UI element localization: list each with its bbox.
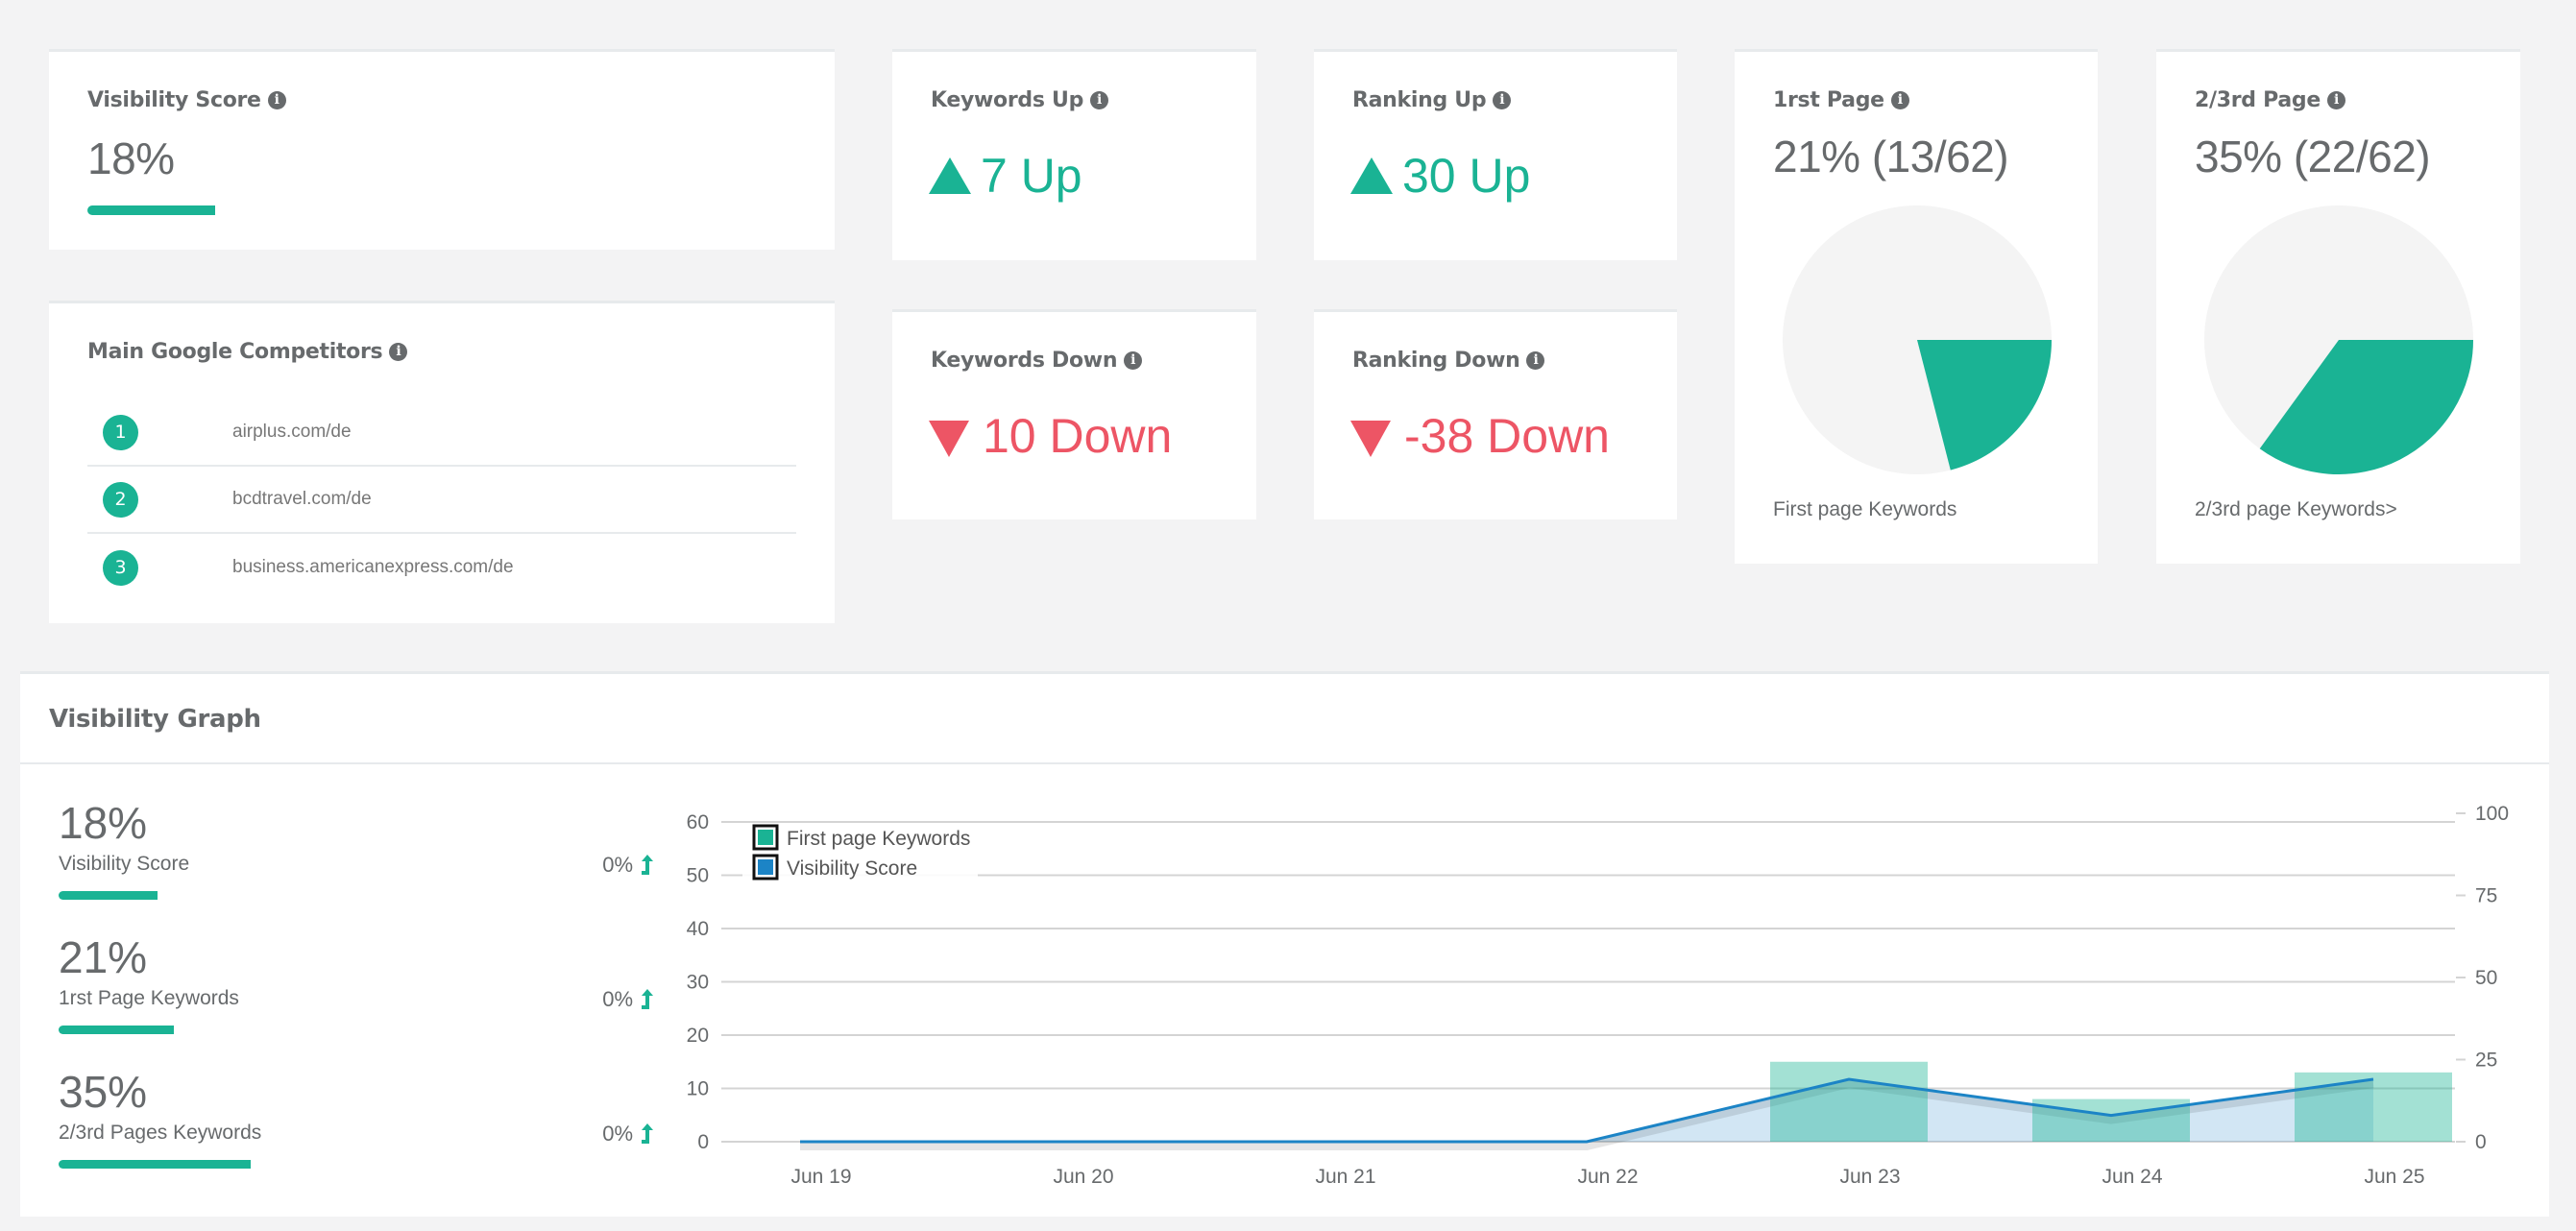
info-circle-icon[interactable]: i [267, 91, 286, 109]
y-left-tick-label: 60 [687, 811, 709, 833]
legend-swatch [758, 859, 773, 875]
competitors-title-text: Main Google Competitors [87, 340, 383, 364]
rank-badge: 3 [103, 549, 138, 586]
competitor-item: 2 bcdtravel.com/de [87, 467, 796, 534]
y-right-tick-label: 0 [2475, 1131, 2487, 1153]
x-tick-label: Jun 20 [1053, 1166, 1113, 1188]
legend-label: Visibility Score [787, 857, 917, 880]
keywords-up-title-text: Keywords Up [931, 88, 1084, 112]
x-tick-label: Jun 19 [790, 1166, 851, 1188]
ranking-up-value: 30 Up [1402, 149, 1531, 203]
x-tick-label: Jun 23 [1839, 1166, 1900, 1188]
rank-badge: 1 [103, 414, 138, 450]
keywords-down-card: Keywords Down i 10 Down [892, 309, 1256, 519]
ranking-up-title: Ranking Up i [1352, 88, 1512, 112]
legend-label: First page Keywords [787, 828, 970, 850]
competitor-item: 3 business.americanexpress.com/de [87, 534, 796, 601]
keywords-down-title-text: Keywords Down [931, 349, 1118, 373]
second-third-page-title-text: 2/3rd Page [2195, 88, 2321, 112]
first-page-value: 21% (13/62) [1773, 132, 2009, 181]
bar [2295, 1072, 2452, 1142]
triangle-up-icon [1350, 157, 1393, 194]
ranking-down-value: -38 Down [1404, 409, 1610, 463]
legend-swatch [758, 830, 773, 845]
y-left-tick-label: 50 [687, 865, 709, 887]
first-page-keywords-link[interactable]: First page Keywords [1773, 498, 1956, 521]
visibility-score-progress-bar [87, 205, 215, 215]
second-third-page-value: 35% (22/62) [2195, 132, 2431, 181]
keywords-up-card: Keywords Up i 7 Up [892, 49, 1256, 260]
triangle-down-icon [1350, 421, 1391, 457]
ranking-down-title: Ranking Down i [1352, 349, 1545, 373]
visibility-score-value: 18% [87, 133, 175, 183]
competitors-card: Main Google Competitors i 1 airplus.com/… [49, 301, 835, 623]
keywords-up-value: 7 Up [981, 149, 1082, 203]
keywords-down-value: 10 Down [983, 409, 1173, 463]
y-right-tick-label: 25 [2475, 1050, 2497, 1072]
visibility-score-title: Visibility Score i [87, 88, 286, 112]
visibility-score-title-text: Visibility Score [87, 88, 261, 112]
keywords-down-change: 10 Down [929, 408, 1172, 464]
y-right-tick-label: 100 [2475, 803, 2509, 825]
competitors-title: Main Google Competitors i [87, 340, 408, 364]
visibility-graph-card: Visibility Graph 18% Visibility Score 0%… [20, 671, 2549, 1217]
first-page-title: 1rst Page i [1773, 88, 1909, 112]
ranking-down-change: -38 Down [1350, 408, 1610, 464]
second-third-page-pie-chart [2204, 205, 2473, 475]
ranking-up-card: Ranking Up i 30 Up [1314, 49, 1677, 260]
keywords-up-change: 7 Up [929, 148, 1082, 204]
bar [2032, 1098, 2190, 1142]
competitor-item: 1 airplus.com/de [87, 399, 796, 467]
y-left-tick-label: 40 [687, 918, 709, 940]
y-right-tick-label: 75 [2475, 885, 2497, 907]
x-tick-label: Jun 25 [2364, 1166, 2424, 1188]
ranking-up-change: 30 Up [1350, 148, 1530, 204]
x-tick-label: Jun 22 [1577, 1166, 1638, 1188]
info-circle-icon[interactable]: i [389, 343, 408, 361]
y-left-tick-label: 0 [697, 1131, 709, 1153]
ranking-up-title-text: Ranking Up [1352, 88, 1487, 112]
info-circle-icon[interactable]: i [2326, 91, 2345, 109]
info-circle-icon[interactable]: i [1526, 351, 1545, 370]
first-page-card: 1rst Page i 21% (13/62) First page Keywo… [1735, 49, 2098, 564]
info-circle-icon[interactable]: i [1124, 351, 1143, 370]
second-third-page-keywords-link[interactable]: 2/3rd page Keywords> [2195, 498, 2397, 521]
triangle-up-icon [929, 157, 971, 194]
triangle-down-icon [929, 421, 969, 457]
x-tick-label: Jun 24 [2102, 1166, 2162, 1188]
keywords-up-title: Keywords Up i [931, 88, 1109, 112]
info-circle-icon[interactable]: i [1493, 91, 1512, 109]
competitor-domain[interactable]: airplus.com/de [232, 422, 352, 443]
x-tick-label: Jun 21 [1315, 1166, 1375, 1188]
ranking-down-card: Ranking Down i -38 Down [1314, 309, 1677, 519]
competitors-list: 1 airplus.com/de 2 bcdtravel.com/de 3 bu… [87, 399, 796, 601]
info-circle-icon[interactable]: i [1090, 91, 1109, 109]
bar [1770, 1061, 1928, 1142]
second-third-page-title: 2/3rd Page i [2195, 88, 2345, 112]
first-page-title-text: 1rst Page [1773, 88, 1884, 112]
rank-badge: 2 [103, 481, 138, 518]
second-third-page-card: 2/3rd Page i 35% (22/62) 2/3rd page Keyw… [2156, 49, 2520, 564]
competitor-domain[interactable]: business.americanexpress.com/de [232, 557, 514, 578]
visibility-chart: 0 10 20 30 40 50 60 0 25 50 75 100 Jun 19 Jun 20 Jun 2… [687, 803, 2509, 1188]
visibility-score-card: Visibility Score i 18% [49, 49, 835, 250]
ranking-down-title-text: Ranking Down [1352, 349, 1520, 373]
y-right-tick-label: 50 [2475, 967, 2497, 989]
y-left-tick-label: 30 [687, 972, 709, 994]
y-left-tick-label: 10 [687, 1078, 709, 1100]
y-left-tick-label: 20 [687, 1025, 709, 1047]
competitor-domain[interactable]: bcdtravel.com/de [232, 489, 372, 510]
info-circle-icon[interactable]: i [1890, 91, 1909, 109]
first-page-pie-chart [1783, 205, 2052, 474]
keywords-down-title: Keywords Down i [931, 349, 1143, 373]
